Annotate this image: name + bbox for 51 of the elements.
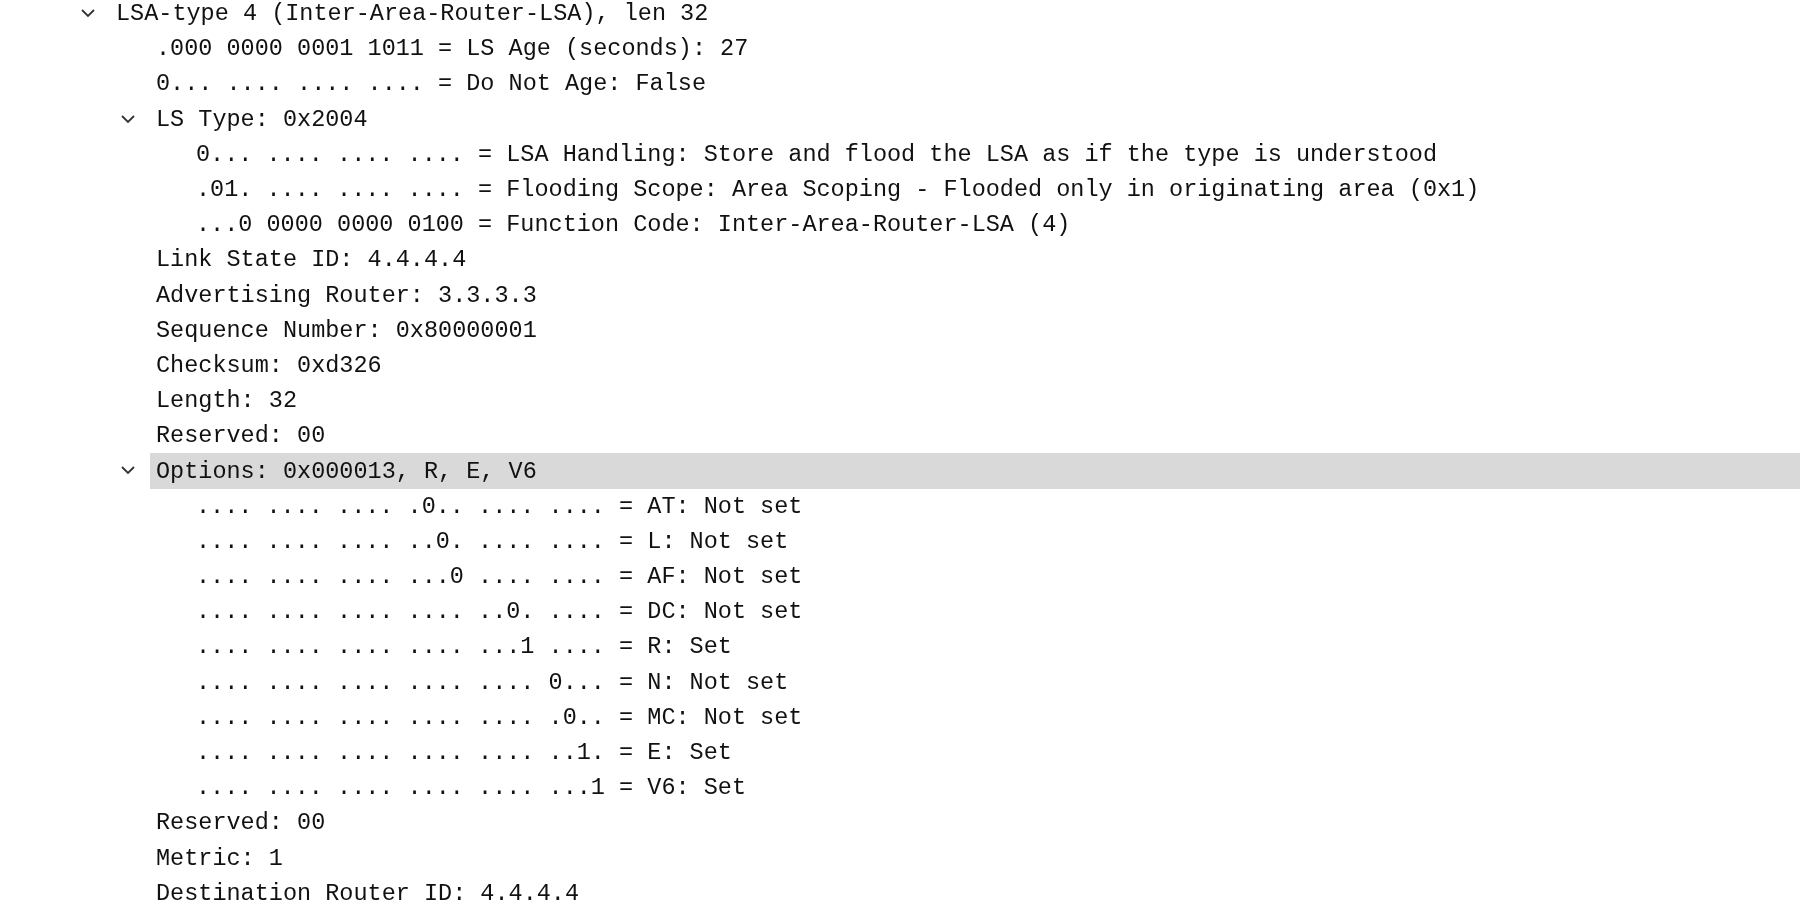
field-text: .... .... .... ...0 .... .... = AF: Not set — [196, 563, 803, 591]
field-text: Length: 32 — [156, 387, 298, 415]
field-text: .000 0000 0001 1011 = LS Age (seconds): 27 — [156, 35, 749, 63]
field-text: .... .... .... .... .... 0... = N: Not set — [196, 668, 789, 696]
field-text: .... .... .... .... .... ..1. = E: Set — [196, 739, 732, 767]
tree-row[interactable]: .... .... .... .... ...1 .... = R: Set — [0, 629, 1800, 665]
tree-row[interactable]: 0... .... .... .... = LSA Handling: Store and flood the LSA as if the type is understood — [0, 136, 1800, 172]
tree-row[interactable]: Reserved: 00 — [0, 418, 1800, 454]
tree-row[interactable]: Metric: 1 — [0, 840, 1800, 876]
tree-row[interactable]: .... .... .... .... .... ...1 = V6: Set — [0, 770, 1800, 806]
field-text: Options: 0x000013, R, E, V6 — [156, 457, 537, 485]
tree-row[interactable]: .... .... .... .0.. .... .... = AT: Not set — [0, 488, 1800, 524]
field-text: .... .... .... ..0. .... .... = L: Not set — [196, 527, 789, 555]
tree-row[interactable]: LS Type: 0x2004 — [0, 101, 1800, 137]
field-text: .... .... .... .... ...1 .... = R: Set — [196, 633, 732, 661]
tree-row[interactable]: .... .... .... ...0 .... .... = AF: Not set — [0, 559, 1800, 595]
field-text: Checksum: 0xd326 — [156, 351, 382, 379]
tree-row[interactable]: Sequence Number: 0x80000001 — [0, 312, 1800, 348]
field-text: LSA-type 4 (Inter-Area-Router-LSA), len 32 — [116, 0, 709, 28]
tree-row[interactable]: .... .... .... .... .... .0.. = MC: Not set — [0, 699, 1800, 735]
field-text: 0... .... .... .... = Do Not Age: False — [156, 70, 706, 98]
field-text: Destination Router ID: 4.4.4.4 — [156, 879, 580, 907]
tree-row[interactable]: .... .... .... .... .... ..1. = E: Set — [0, 734, 1800, 771]
tree-row[interactable]: .01. .... .... .... = Flooding Scope: Area Scoping - Flooded only in originating area (0x1) — [0, 171, 1800, 208]
field-text: .... .... .... .... ..0. .... = DC: Not set — [196, 598, 803, 626]
field-text: Sequence Number: 0x80000001 — [156, 316, 537, 344]
tree-row[interactable]: .... .... .... .... ..0. .... = DC: Not set — [0, 594, 1800, 630]
field-text: .... .... .... .0.. .... .... = AT: Not set — [196, 492, 803, 520]
tree-row[interactable]: Reserved: 00 — [0, 805, 1800, 841]
field-text: ...0 0000 0000 0100 = Function Code: Inter-Area-Router-LSA (4) — [196, 211, 1071, 239]
field-text: .01. .... .... .... = Flooding Scope: Area Scoping - Flooded only in originating area (0x1) — [196, 176, 1480, 204]
field-text: LS Type: 0x2004 — [156, 105, 368, 133]
tree-row[interactable]: LSA-type 4 (Inter-Area-Router-LSA), len 32 — [0, 0, 1800, 32]
field-text: Metric: 1 — [156, 844, 283, 872]
tree-row[interactable]: Link State ID: 4.4.4.4 — [0, 242, 1800, 278]
tree-row[interactable]: Advertising Router: 3.3.3.3 — [0, 277, 1800, 313]
tree-row[interactable]: .... .... .... .... .... 0... = N: Not set — [0, 664, 1800, 700]
tree-row[interactable]: Length: 32 — [0, 383, 1800, 419]
field-text: 0... .... .... .... = LSA Handling: Store and flood the LSA as if the type is understood — [196, 140, 1437, 168]
field-text: Advertising Router: 3.3.3.3 — [156, 281, 537, 309]
field-text: .... .... .... .... .... ...1 = V6: Set — [196, 774, 746, 802]
field-text: .... .... .... .... .... .0.. = MC: Not set — [196, 703, 803, 731]
field-text: Reserved: 00 — [156, 422, 326, 450]
field-text: Reserved: 00 — [156, 809, 326, 837]
tree-row[interactable]: ...0 0000 0000 0100 = Function Code: Inter-Area-Router-LSA (4) — [0, 207, 1800, 243]
tree-row[interactable]: .000 0000 0001 1011 = LS Age (seconds): 27 — [0, 31, 1800, 67]
tree-row[interactable]: Checksum: 0xd326 — [0, 347, 1800, 384]
tree-row[interactable]: 0... .... .... .... = Do Not Age: False — [0, 66, 1800, 102]
field-text: Link State ID: 4.4.4.4 — [156, 246, 467, 274]
tree-row[interactable]: .... .... .... ..0. .... .... = L: Not set — [0, 523, 1800, 559]
tree-row[interactable]: Destination Router ID: 4.4.4.4 — [0, 875, 1800, 911]
